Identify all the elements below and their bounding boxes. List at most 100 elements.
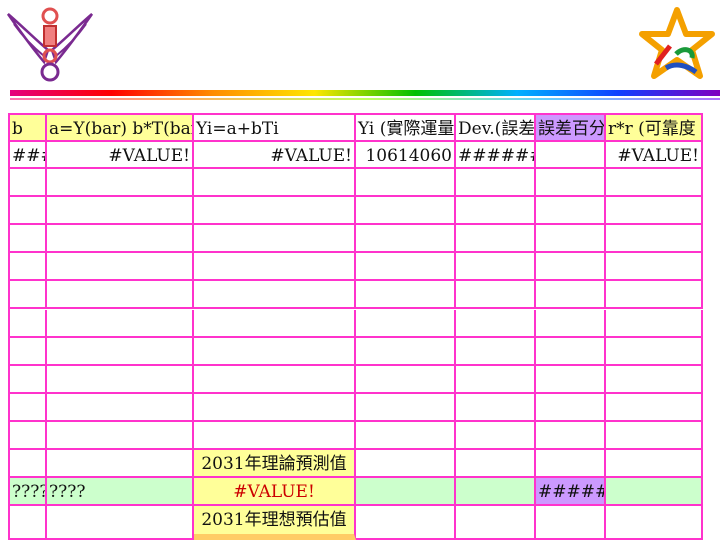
row1-cell-a[interactable]: #VALUE! — [47, 142, 194, 169]
empty-cell[interactable] — [456, 393, 536, 422]
empty-cell[interactable] — [356, 309, 456, 338]
empty-cell[interactable] — [606, 197, 703, 226]
empty-cell[interactable] — [47, 393, 194, 422]
empty-cell[interactable] — [606, 337, 703, 366]
empty-cell[interactable] — [456, 309, 536, 338]
theory-row-cell-actual[interactable] — [356, 478, 456, 506]
empty-cell[interactable] — [356, 197, 456, 226]
empty-cell[interactable] — [194, 393, 356, 422]
row1-cell-yi[interactable]: #VALUE! — [194, 142, 356, 169]
empty-cell[interactable] — [456, 169, 536, 198]
ideal-label-row-cell[interactable] — [606, 506, 703, 540]
empty-cell[interactable] — [356, 281, 456, 310]
empty-cell[interactable] — [10, 393, 47, 422]
ideal-label-cell[interactable]: 2031年理想預估值 — [194, 506, 356, 540]
empty-cell[interactable] — [194, 421, 356, 450]
empty-cell[interactable] — [456, 337, 536, 366]
empty-cell[interactable] — [10, 337, 47, 366]
empty-cell[interactable] — [194, 253, 356, 282]
empty-cell[interactable] — [356, 337, 456, 366]
empty-cell[interactable] — [456, 197, 536, 226]
row1-cell-b[interactable]: ### — [10, 142, 47, 169]
header-cell-b[interactable]: b — [10, 115, 47, 142]
header-cell-actual[interactable]: Yi (實際運量 — [356, 115, 456, 142]
empty-cell[interactable] — [10, 421, 47, 450]
header-cell-error-pct[interactable]: 誤差百分 — [536, 115, 606, 142]
empty-cell[interactable] — [194, 337, 356, 366]
empty-cell[interactable] — [536, 393, 606, 422]
empty-cell[interactable] — [47, 197, 194, 226]
empty-cell[interactable] — [194, 169, 356, 198]
theory-label-cell[interactable]: 2031年理論預測值 — [194, 450, 356, 478]
header-cell-dev[interactable]: Dev.(誤差 — [456, 115, 536, 142]
row1-cell-reliability[interactable]: #VALUE! — [606, 142, 703, 169]
empty-cell[interactable] — [456, 253, 536, 282]
empty-cell[interactable] — [356, 365, 456, 394]
theory-label-row-cell[interactable] — [10, 450, 47, 478]
empty-cell[interactable] — [356, 169, 456, 198]
empty-cell[interactable] — [47, 253, 194, 282]
empty-cell[interactable] — [356, 253, 456, 282]
empty-cell[interactable] — [10, 197, 47, 226]
empty-cell[interactable] — [606, 365, 703, 394]
empty-cell[interactable] — [536, 197, 606, 226]
empty-cell[interactable] — [10, 169, 47, 198]
empty-cell[interactable] — [10, 365, 47, 394]
theory-label-row-cell[interactable] — [606, 450, 703, 478]
empty-cell[interactable] — [194, 365, 356, 394]
empty-cell[interactable] — [606, 309, 703, 338]
ideal-label-row-cell[interactable] — [10, 506, 47, 540]
empty-cell[interactable] — [356, 393, 456, 422]
empty-cell[interactable] — [456, 281, 536, 310]
theory-row-cell-b[interactable]: ???? — [10, 478, 47, 506]
empty-cell[interactable] — [194, 309, 356, 338]
empty-cell[interactable] — [536, 281, 606, 310]
empty-cell[interactable] — [536, 253, 606, 282]
empty-cell[interactable] — [194, 281, 356, 310]
empty-cell[interactable] — [606, 253, 703, 282]
empty-cell[interactable] — [47, 281, 194, 310]
empty-cell[interactable] — [47, 421, 194, 450]
empty-cell[interactable] — [10, 225, 47, 254]
empty-cell[interactable] — [536, 225, 606, 254]
ideal-label-row-cell[interactable] — [356, 506, 456, 540]
theory-label-row-cell[interactable] — [536, 450, 606, 478]
theory-row-cell-dev[interactable] — [456, 478, 536, 506]
empty-cell[interactable] — [606, 421, 703, 450]
empty-cell[interactable] — [356, 225, 456, 254]
empty-cell[interactable] — [47, 225, 194, 254]
empty-cell[interactable] — [10, 281, 47, 310]
empty-cell[interactable] — [47, 365, 194, 394]
ideal-label-row-cell[interactable] — [536, 506, 606, 540]
empty-cell[interactable] — [47, 337, 194, 366]
empty-cell[interactable] — [536, 421, 606, 450]
empty-cell[interactable] — [536, 309, 606, 338]
empty-cell[interactable] — [536, 169, 606, 198]
theory-row-cell-a[interactable]: ???? — [47, 478, 194, 506]
empty-cell[interactable] — [456, 225, 536, 254]
row1-cell-error-pct[interactable] — [536, 142, 606, 169]
empty-cell[interactable] — [606, 281, 703, 310]
row1-cell-dev[interactable]: ###### — [456, 142, 536, 169]
theory-label-row-cell[interactable] — [456, 450, 536, 478]
empty-cell[interactable] — [456, 365, 536, 394]
empty-cell[interactable] — [47, 169, 194, 198]
header-cell-yi-formula[interactable]: Yi=a+bTi — [194, 115, 356, 142]
header-cell-a[interactable]: a=Y(bar) b*T(bar) — [47, 115, 194, 142]
empty-cell[interactable] — [606, 393, 703, 422]
theory-label-row-cell[interactable] — [356, 450, 456, 478]
empty-cell[interactable] — [10, 253, 47, 282]
empty-cell[interactable] — [536, 337, 606, 366]
empty-cell[interactable] — [606, 225, 703, 254]
empty-cell[interactable] — [194, 197, 356, 226]
empty-cell[interactable] — [10, 309, 47, 338]
theory-label-row-cell[interactable] — [47, 450, 194, 478]
empty-cell[interactable] — [536, 365, 606, 394]
theory-row-cell-error-pct[interactable]: ###### — [536, 478, 606, 506]
empty-cell[interactable] — [606, 169, 703, 198]
ideal-label-row-cell[interactable] — [456, 506, 536, 540]
empty-cell[interactable] — [47, 309, 194, 338]
theory-row-cell-reliability[interactable] — [606, 478, 703, 506]
row1-cell-actual[interactable]: 10614060 — [356, 142, 456, 169]
header-cell-reliability[interactable]: r*r (可靠度 — [606, 115, 703, 142]
